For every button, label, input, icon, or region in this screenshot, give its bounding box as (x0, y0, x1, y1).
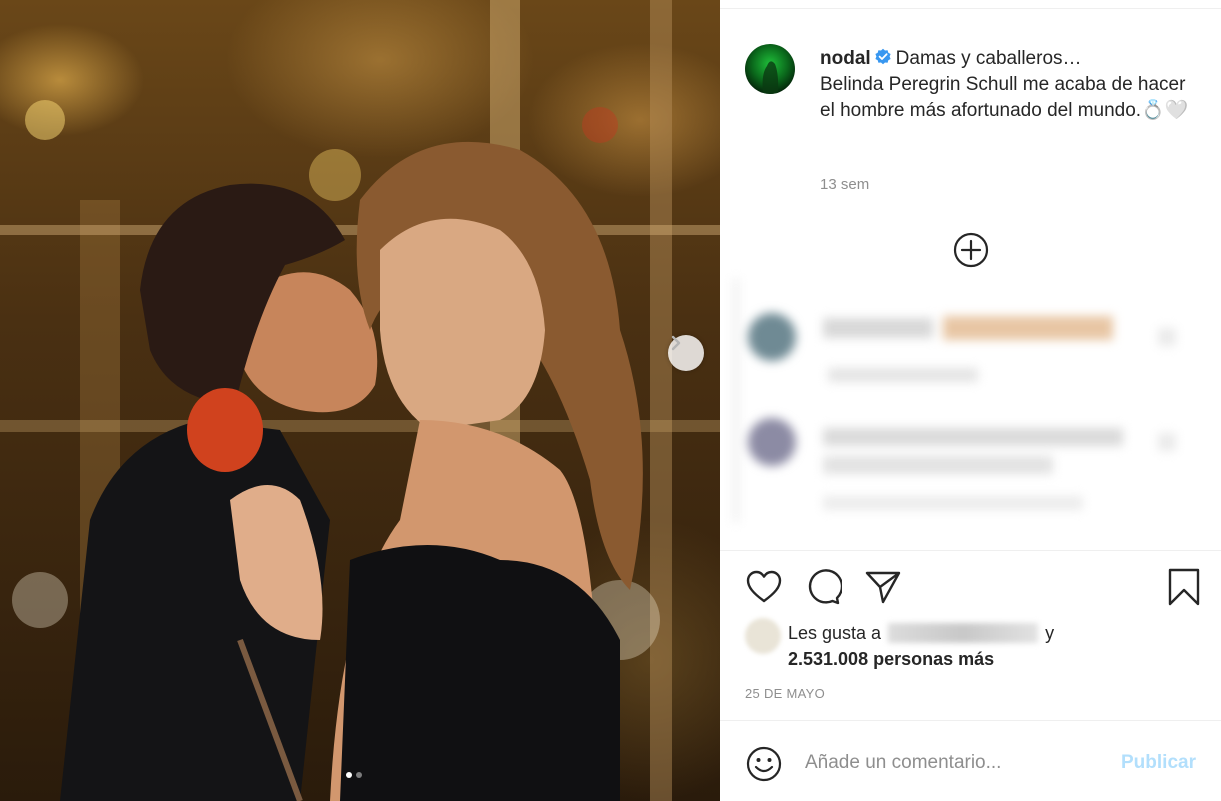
comment-input[interactable] (805, 747, 1085, 779)
blurred-comments-list (733, 278, 1183, 523)
likes-suffix: y (1045, 623, 1055, 643)
likes-line: Les gusta a y (788, 623, 1054, 644)
plus-circle-icon[interactable] (952, 231, 990, 269)
post-photo[interactable] (0, 0, 720, 801)
photo-illustration (0, 0, 720, 801)
paper-plane-icon[interactable] (864, 568, 902, 606)
post-date[interactable]: 25 DE MAYO (745, 686, 825, 701)
blurred-liker-name (888, 623, 1039, 643)
author-avatar[interactable] (745, 44, 795, 94)
caption-timestamp[interactable]: 13 sem (820, 176, 869, 193)
heart-icon[interactable] (745, 568, 783, 606)
verified-badge-icon (875, 48, 891, 65)
likes-count[interactable]: 2.531.008 personas más (788, 649, 994, 670)
carousel-dot-active (346, 772, 352, 778)
avatar-figure (762, 61, 779, 94)
bookmark-icon[interactable] (1165, 568, 1203, 606)
chevron-right-icon (671, 335, 681, 351)
caption-rest: Belinda Peregrin Schull me acaba de hace… (820, 74, 1189, 121)
caption-text: nodal Damas y caballeros… Belinda Peregri… (820, 46, 1200, 124)
caption-line1: Damas y caballeros… (895, 48, 1082, 69)
author-username[interactable]: nodal (820, 48, 871, 69)
carousel-dot (356, 772, 362, 778)
likes-prefix: Les gusta a (788, 623, 882, 643)
comment-bubble-icon[interactable] (804, 568, 842, 606)
add-comment-bar: Publicar (720, 721, 1221, 801)
smiley-icon[interactable] (745, 745, 783, 783)
divider (720, 550, 1221, 551)
publish-button[interactable]: Publicar (1121, 752, 1196, 774)
carousel-next-button[interactable] (668, 335, 704, 371)
liker-avatar[interactable] (745, 618, 781, 654)
divider (720, 8, 1221, 9)
post-actions-bar (745, 568, 1200, 608)
carousel-indicator (346, 772, 362, 778)
